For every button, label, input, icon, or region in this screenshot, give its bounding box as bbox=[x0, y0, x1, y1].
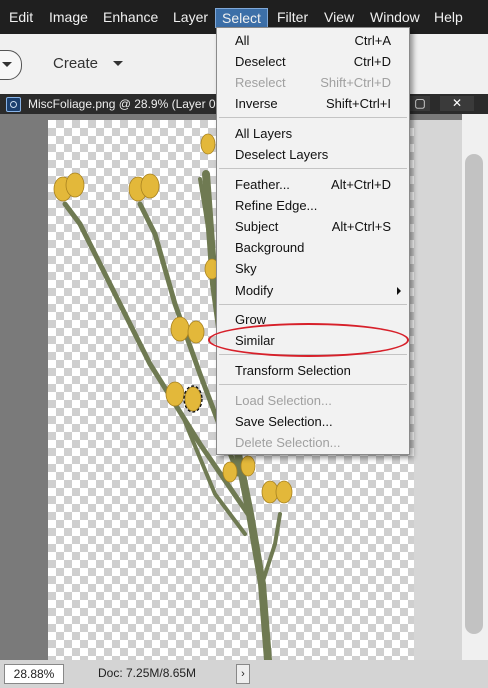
menu-item-shortcut: Ctrl+A bbox=[354, 33, 391, 48]
menu-item-label: Transform Selection bbox=[235, 363, 351, 378]
menu-item-sky[interactable]: Sky bbox=[217, 258, 409, 279]
document-size-info: Doc: 7.25M/8.65M bbox=[98, 666, 197, 680]
menu-item-shortcut: Ctrl+D bbox=[353, 54, 391, 69]
chevron-down-icon bbox=[2, 62, 12, 67]
menu-item-shortcut: Shift+Ctrl+D bbox=[320, 75, 391, 90]
app-icon bbox=[6, 97, 21, 112]
menu-item-deselect[interactable]: Deselect Ctrl+D bbox=[217, 51, 409, 72]
menu-item-label: Background bbox=[235, 240, 305, 255]
menu-item-inverse[interactable]: Inverse Shift+Ctrl+I bbox=[217, 93, 409, 114]
scrollbar-thumb[interactable] bbox=[465, 154, 483, 634]
branch-right bbox=[260, 512, 282, 586]
menu-edit[interactable]: Edit bbox=[2, 0, 40, 34]
maximize-button[interactable]: ▢ bbox=[410, 96, 430, 111]
create-chevron-down-icon[interactable] bbox=[113, 61, 123, 66]
menu-item-label: Subject bbox=[235, 219, 279, 234]
zoom-field[interactable]: 28.88% bbox=[4, 664, 64, 684]
menu-item-save-selection[interactable]: Save Selection... bbox=[217, 411, 409, 432]
menu-separator bbox=[219, 304, 407, 305]
menu-item-label: All bbox=[235, 33, 250, 48]
menu-item-reselect: Reselect Shift+Ctrl+D bbox=[217, 72, 409, 93]
menu-item-shortcut: Alt+Ctrl+S bbox=[331, 219, 391, 234]
menu-item-label: Sky bbox=[235, 261, 257, 276]
menu-item-label: Deselect Layers bbox=[235, 147, 329, 162]
menu-item-load-selection: Load Selection... bbox=[217, 390, 409, 411]
status-bar: 28.88% Doc: 7.25M/8.65M › bbox=[0, 660, 488, 688]
menu-item-label: Modify bbox=[235, 283, 274, 298]
menu-item-feather[interactable]: Feather... Alt+Ctrl+D bbox=[217, 174, 409, 195]
select-menu-dropdown: All Ctrl+A Deselect Ctrl+D Reselect Shif… bbox=[216, 27, 410, 455]
menu-select[interactable]: Select bbox=[215, 8, 268, 28]
menu-item-subject[interactable]: Subject Alt+Ctrl+S bbox=[217, 216, 409, 237]
menu-item-label: Deselect bbox=[235, 54, 286, 69]
menu-image[interactable]: Image bbox=[42, 0, 95, 34]
menu-item-label: Reselect bbox=[235, 75, 286, 90]
menu-item-label: Load Selection... bbox=[235, 393, 332, 408]
menu-item-all[interactable]: All Ctrl+A bbox=[217, 30, 409, 51]
menu-separator bbox=[219, 117, 407, 118]
menu-item-deselect-layers[interactable]: Deselect Layers bbox=[217, 144, 409, 165]
open-button[interactable] bbox=[0, 50, 22, 80]
menu-item-delete-selection: Delete Selection... bbox=[217, 432, 409, 453]
create-button[interactable]: Create bbox=[53, 55, 98, 72]
menu-separator bbox=[219, 384, 407, 385]
submenu-arrow-icon bbox=[397, 287, 401, 295]
menu-help[interactable]: Help bbox=[427, 0, 470, 34]
menu-item-modify[interactable]: Modify bbox=[217, 280, 409, 301]
menu-enhance[interactable]: Enhance bbox=[96, 0, 165, 34]
menu-item-transform-selection[interactable]: Transform Selection bbox=[217, 360, 409, 381]
menu-item-label: Feather... bbox=[235, 177, 290, 192]
annotation-ellipse bbox=[208, 323, 409, 357]
menu-item-shortcut: Shift+Ctrl+I bbox=[325, 96, 391, 111]
menu-item-label: Inverse bbox=[235, 96, 278, 111]
menu-item-label: Delete Selection... bbox=[235, 435, 341, 450]
menu-item-shortcut: Alt+Ctrl+D bbox=[331, 177, 391, 192]
menu-item-label: Save Selection... bbox=[235, 414, 333, 429]
menu-item-background[interactable]: Background bbox=[217, 237, 409, 258]
menu-item-label: All Layers bbox=[235, 126, 293, 141]
menu-layer[interactable]: Layer bbox=[166, 0, 215, 34]
document-title: MiscFoliage.png @ 28.9% (Layer 0 bbox=[28, 97, 216, 111]
menu-separator bbox=[219, 168, 407, 169]
close-button[interactable]: ✕ bbox=[440, 96, 474, 111]
menu-item-all-layers[interactable]: All Layers bbox=[217, 123, 409, 144]
status-menu-arrow[interactable]: › bbox=[236, 664, 250, 684]
menu-item-label: Refine Edge... bbox=[235, 198, 318, 213]
menu-item-refine-edge[interactable]: Refine Edge... bbox=[217, 195, 409, 216]
